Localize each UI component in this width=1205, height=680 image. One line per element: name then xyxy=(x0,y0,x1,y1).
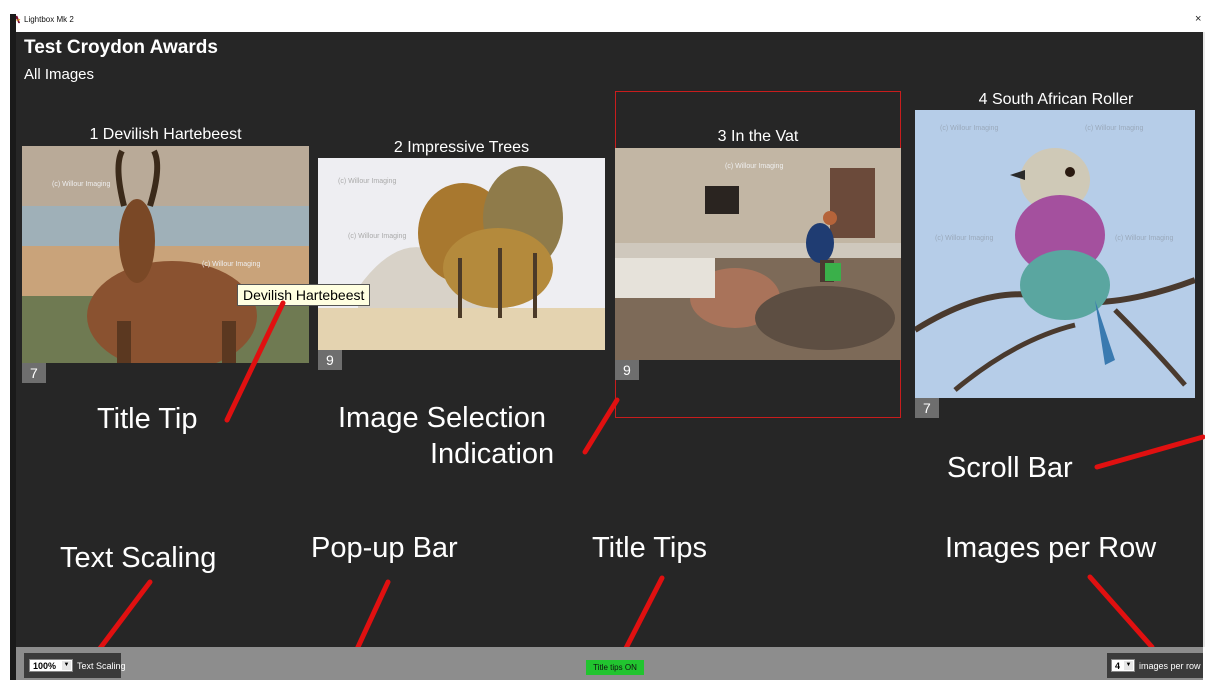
image-title: 3 In the Vat xyxy=(717,128,799,145)
image-card-3[interactable]: 3 In the Vat (c) Willour Imaging 9 xyxy=(615,128,901,388)
svg-text:(c) Willour Imaging: (c) Willour Imaging xyxy=(1085,125,1143,132)
callout-popup-bar: Pop-up Bar xyxy=(311,532,458,564)
images-per-row-label: images per row xyxy=(1139,661,1201,671)
svg-text:(c) Willour Imaging: (c) Willour Imaging xyxy=(52,181,110,188)
callout-title-tip: Title Tip xyxy=(97,403,198,435)
collection-subtitle: All Images xyxy=(24,66,95,83)
image-count-badge: 7 xyxy=(22,363,46,383)
svg-text:(c) Willour Imaging: (c) Willour Imaging xyxy=(202,261,260,268)
svg-text:(c) Willour Imaging: (c) Willour Imaging xyxy=(725,163,783,170)
collection-title: Test Croydon Awards xyxy=(24,37,218,58)
image-title: 4 South African Roller xyxy=(978,91,1134,108)
image-title: 1 Devilish Hartebeest xyxy=(89,126,242,143)
image-title: 2 Impressive Trees xyxy=(393,139,530,156)
close-icon[interactable]: × xyxy=(1195,13,1201,25)
image-thumbnail[interactable]: (c) Willour Imaging (c) Willour Imaging xyxy=(22,146,309,363)
image-card-4[interactable]: 4 South African Roller (c) Willour Imagi… xyxy=(915,91,1197,421)
image-count-badge: 9 xyxy=(318,350,342,370)
text-scaling-value: 100% xyxy=(33,661,57,671)
chevron-down-icon: ▼ xyxy=(1124,661,1133,670)
image-card-2[interactable]: 2 Impressive Trees (c) Willour Imaging (… xyxy=(318,139,605,379)
title-tooltip: Devilish Hartebeest xyxy=(237,284,371,306)
svg-text:(c) Willour Imaging: (c) Willour Imaging xyxy=(940,125,998,132)
callout-title-tips: Title Tips xyxy=(592,532,707,564)
image-count-badge: 7 xyxy=(915,398,939,418)
callout-text-scaling: Text Scaling xyxy=(60,542,217,574)
image-card-1[interactable]: 1 Devilish Hartebeest (c) Willour Imagin… xyxy=(22,126,309,386)
text-scaling-control: 100% ▼ Text Scaling xyxy=(24,653,126,678)
image-thumbnail[interactable]: (c) Willour Imaging (c) Willour Imaging … xyxy=(915,110,1195,398)
text-scaling-label: Text Scaling xyxy=(77,661,126,671)
chevron-down-icon: ▼ xyxy=(62,661,71,670)
svg-text:(c) Willour Imaging: (c) Willour Imaging xyxy=(1115,235,1173,242)
image-thumbnail[interactable]: (c) Willour Imaging (c) Willour Imaging xyxy=(318,158,605,350)
images-per-row-value: 4 xyxy=(1115,661,1121,671)
callout-image-selection-line2: Indication xyxy=(430,438,555,470)
text-scaling-select[interactable]: 100% ▼ xyxy=(29,659,73,672)
callout-images-per-row: Images per Row xyxy=(945,532,1157,564)
images-per-row-control: 4 ▼ images per row xyxy=(1107,653,1203,678)
image-count-badge: 9 xyxy=(615,360,639,380)
callout-image-selection-line1: Image Selection xyxy=(338,402,546,434)
app-name: Lightbox Mk 2 xyxy=(24,15,74,24)
popup-bar: 100% ▼ Text Scaling Title tips ON 4 ▼ im… xyxy=(16,647,1203,680)
svg-text:(c) Willour Imaging: (c) Willour Imaging xyxy=(348,233,406,240)
image-thumbnail[interactable]: (c) Willour Imaging xyxy=(615,148,901,360)
callout-scroll-bar: Scroll Bar xyxy=(947,452,1073,484)
title-tips-toggle[interactable]: Title tips ON xyxy=(586,660,644,675)
window-title-bar: Lightbox Mk 2 × xyxy=(0,0,1205,32)
images-per-row-select[interactable]: 4 ▼ xyxy=(1111,659,1135,672)
svg-text:(c) Willour Imaging: (c) Willour Imaging xyxy=(935,235,993,242)
svg-text:(c) Willour Imaging: (c) Willour Imaging xyxy=(338,178,396,185)
